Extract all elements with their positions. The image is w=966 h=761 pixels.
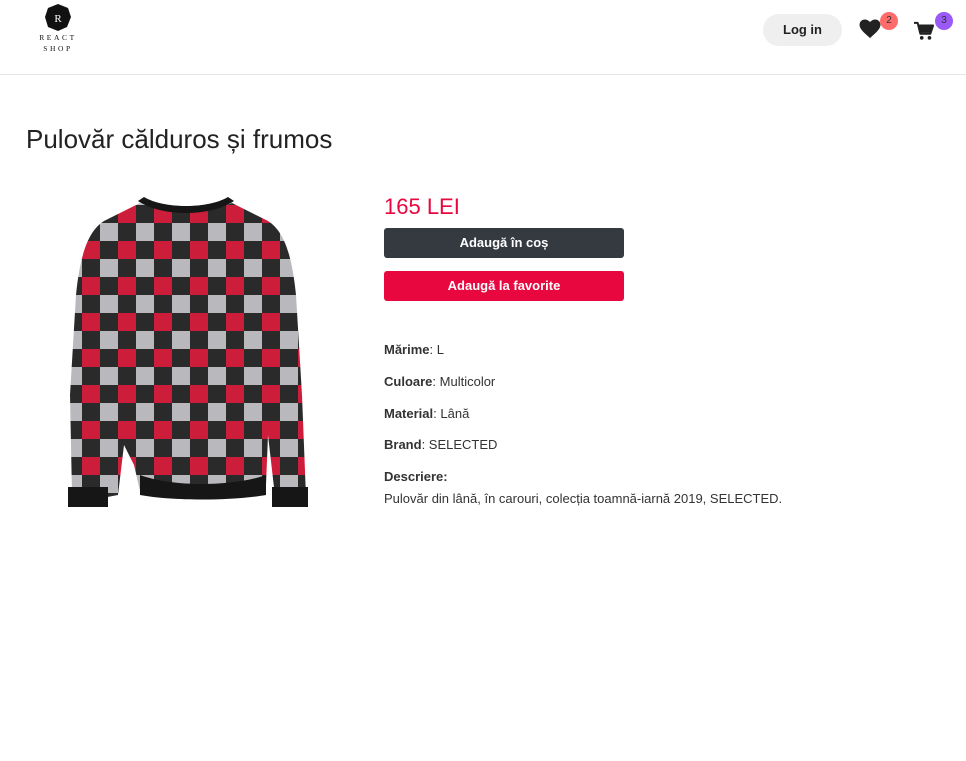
spec-material: Material: Lână [384,406,469,421]
logo-letter: R [54,13,62,25]
heart-icon [859,19,881,39]
product-image [62,195,310,509]
spec-color-label: Culoare [384,374,433,389]
spec-brand-sep: : [421,437,429,452]
favorites-button[interactable]: 2 [857,12,899,44]
spec-brand-value: SELECTED [428,437,498,452]
cart-icon [914,21,935,40]
logo[interactable]: R REACT SHOP [36,3,80,55]
description-label-text: Descriere: [384,469,448,484]
description-text: Pulovăr din lână, în carouri, colecția t… [384,491,783,506]
description-label: Descriere: [384,469,448,484]
logo-mark: R [45,4,71,31]
spec-brand-label: Brand [384,437,422,452]
spec-brand: Brand: SELECTED [384,437,497,452]
spec-size-sep: : [429,342,437,357]
site-header: R REACT SHOP Log in 2 3 [0,0,966,75]
favorites-count-badge: 2 [880,12,898,30]
logo-line1: REACT [39,33,77,42]
logo-line2: SHOP [43,44,73,53]
spec-size-label: Mărime [384,342,430,357]
spec-color-sep: : [432,374,440,389]
add-to-favorites-button[interactable]: Adaugă la favorite [384,271,624,301]
add-to-cart-button[interactable]: Adaugă în coș [384,228,624,258]
product-title: Pulovăr călduros și frumos [26,124,333,154]
spec-color-value: Multicolor [439,374,496,389]
spec-material-value: Lână [440,406,470,421]
spec-size-value: L [436,342,444,357]
product-price: 165 LEI [384,194,460,219]
cart-count-badge: 3 [935,12,953,30]
login-button[interactable]: Log in [763,14,842,46]
spec-size: Mărime: L [384,342,444,357]
spec-material-label: Material [384,406,434,421]
cart-button[interactable]: 3 [913,12,955,44]
spec-color: Culoare: Multicolor [384,374,495,389]
